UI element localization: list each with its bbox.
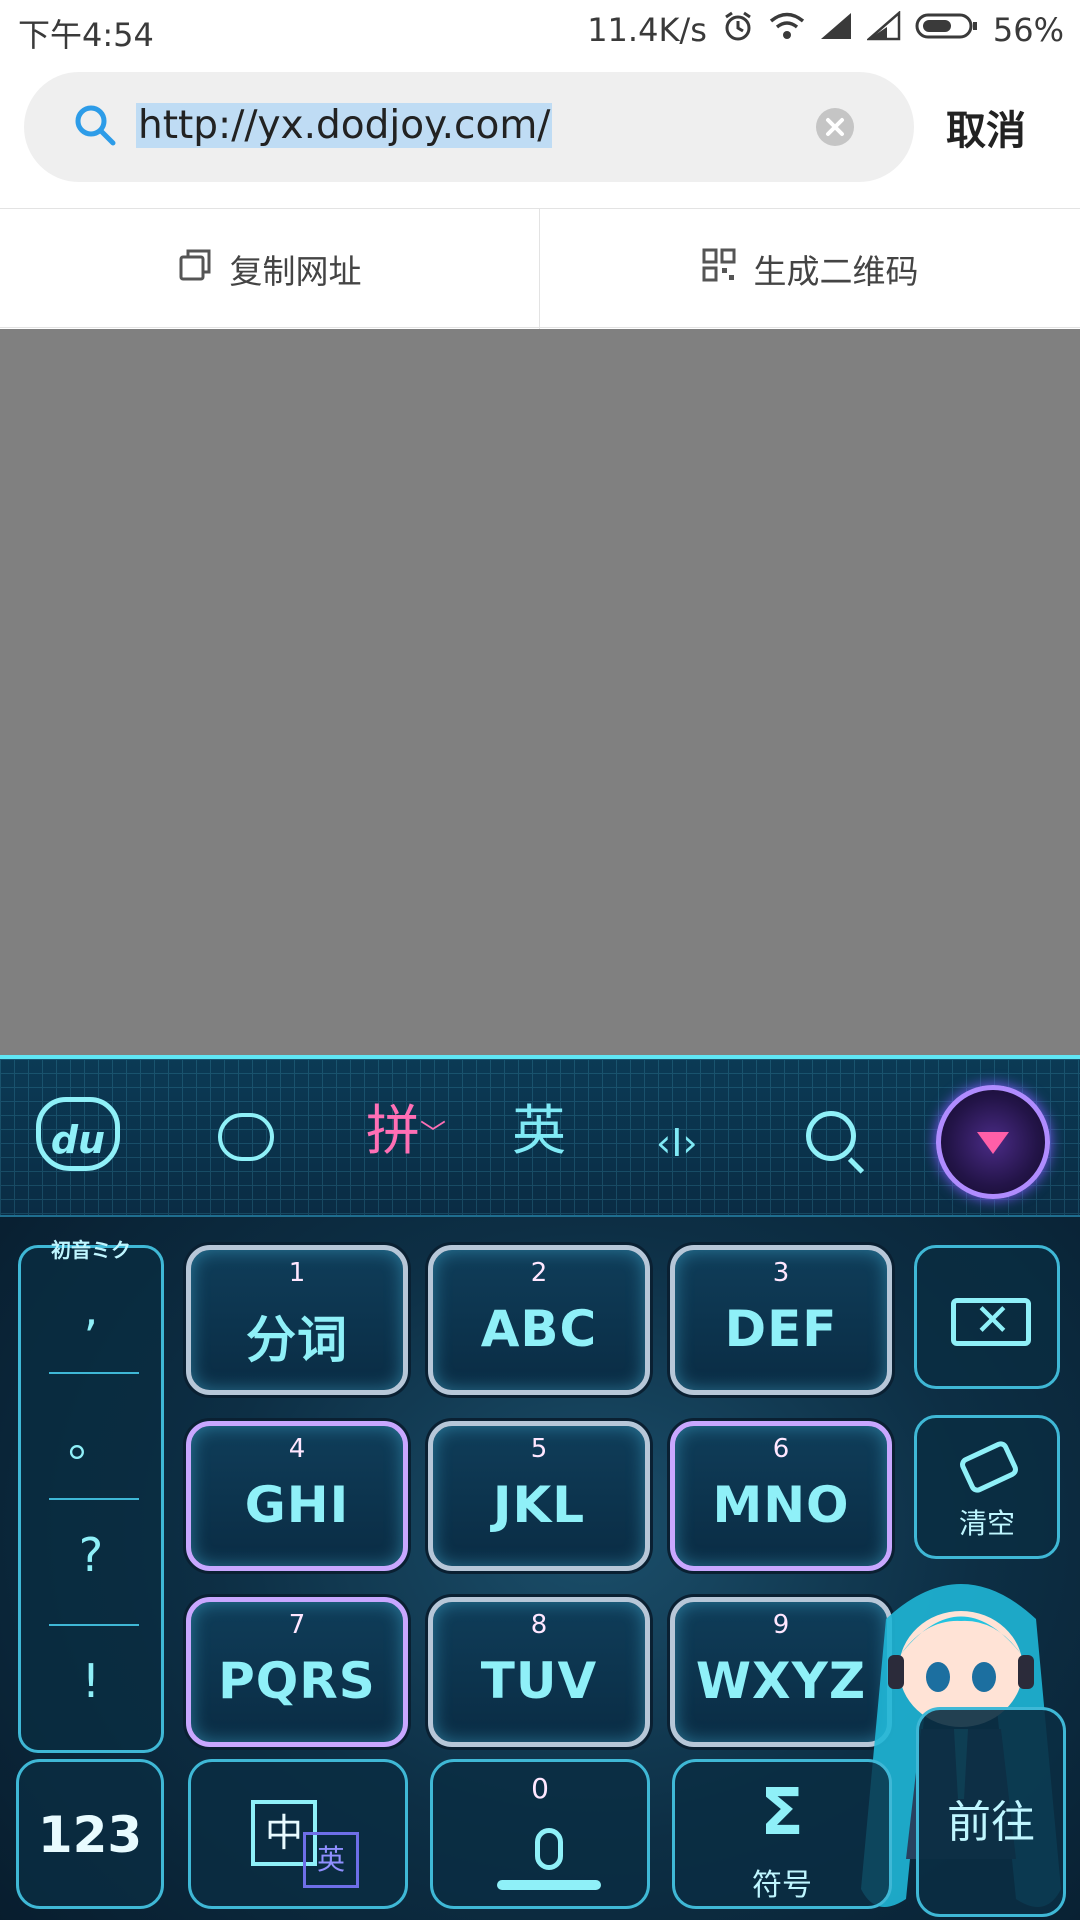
key-number: 7: [288, 1610, 306, 1640]
url-input[interactable]: http://yx.dodjoy.com/: [136, 97, 553, 155]
english-mode-button[interactable]: 英: [512, 1101, 566, 1161]
dimmed-content-area[interactable]: [0, 329, 1080, 1055]
key-label: ABC: [480, 1300, 598, 1358]
key-number: 3: [772, 1258, 790, 1288]
space-voice-button[interactable]: 0: [430, 1759, 650, 1909]
punctuation-column: 初音ミク , 。 ? !: [18, 1238, 164, 1753]
signal-icon-2: [865, 10, 901, 49]
pinyin-mode-label: 拼: [366, 1099, 420, 1162]
clear-input-icon[interactable]: [816, 108, 854, 146]
pinyin-mode-button[interactable]: 拼﹀: [366, 1101, 446, 1164]
key-number: 6: [772, 1434, 790, 1464]
key-1[interactable]: 1 分词: [186, 1245, 408, 1395]
english-mode-label: 英: [512, 1099, 566, 1162]
zero-label: 0: [531, 1772, 549, 1805]
key-number: 4: [288, 1434, 306, 1464]
backspace-icon: [951, 1295, 1031, 1346]
key-3[interactable]: 3 DEF: [670, 1245, 892, 1395]
sigma-icon: Σ: [760, 1776, 804, 1850]
cursor-icon: ‹I›: [656, 1121, 698, 1165]
clear-button[interactable]: 清空: [914, 1415, 1060, 1559]
wifi-icon: [769, 11, 805, 49]
key-label: JKL: [492, 1476, 586, 1534]
baidu-logo-icon[interactable]: du: [36, 1097, 120, 1171]
numeric-keyboard-button[interactable]: 123: [16, 1759, 164, 1909]
status-time: 下午4:54: [18, 16, 154, 54]
microphone-icon: [535, 1828, 563, 1870]
eraser-icon: [957, 1438, 1021, 1496]
status-bar: 下午4:54 11.4K/s 56%: [0, 0, 1080, 62]
key-number: 2: [530, 1258, 548, 1288]
key-5[interactable]: 5 JKL: [428, 1421, 650, 1571]
cursor-move-button[interactable]: ‹I›: [656, 1113, 698, 1173]
emoji-icon[interactable]: [218, 1113, 274, 1161]
divider: [49, 1372, 139, 1374]
copy-url-button[interactable]: 复制网址: [0, 209, 540, 329]
alarm-icon: [721, 9, 755, 51]
key-label: PQRS: [218, 1652, 376, 1710]
divider: [49, 1498, 139, 1500]
punct-question[interactable]: ?: [21, 1528, 161, 1582]
key-number: 8: [530, 1610, 548, 1640]
punct-period[interactable]: 。: [21, 1404, 161, 1470]
key-number: 1: [288, 1258, 306, 1288]
numeric-key-label: 123: [37, 1806, 143, 1864]
cancel-button[interactable]: 取消: [946, 98, 1026, 156]
key-label: DEF: [724, 1300, 838, 1358]
go-label: 前往: [947, 1797, 1035, 1848]
key-2[interactable]: 2 ABC: [428, 1245, 650, 1395]
punct-comma[interactable]: ,: [21, 1282, 161, 1336]
baidu-logo-text: du: [50, 1118, 106, 1162]
key-7[interactable]: 7 PQRS: [186, 1597, 408, 1747]
symbol-label: 符号: [752, 1868, 812, 1903]
network-speed: 11.4K/s: [587, 11, 707, 49]
key-number: 5: [530, 1434, 548, 1464]
key-label: 分词: [246, 1311, 348, 1369]
go-button[interactable]: 前往: [916, 1707, 1066, 1917]
backspace-button[interactable]: [914, 1245, 1060, 1389]
url-search-box[interactable]: http://yx.dodjoy.com/: [24, 72, 914, 182]
space-bar-indicator: [497, 1880, 601, 1890]
qr-code-icon: [702, 248, 736, 290]
copy-url-label: 复制网址: [229, 252, 362, 291]
skin-title: 初音ミク: [51, 1238, 131, 1262]
divider: [49, 1624, 139, 1626]
clear-label: 清空: [958, 1507, 1015, 1540]
generate-qr-label: 生成二维码: [753, 252, 919, 291]
ime-keyboard: du 拼﹀ 英 ‹I› 初音ミク , 。 ? ! 1 分词 2 ABC 3 DEF 4…: [0, 1055, 1080, 1920]
battery-icon: [915, 11, 979, 49]
key-label: GHI: [244, 1476, 350, 1534]
symbol-button[interactable]: Σ 符号: [672, 1759, 892, 1909]
punct-exclaim[interactable]: !: [21, 1654, 161, 1708]
keyboard-search-icon[interactable]: [806, 1111, 856, 1161]
key-label: TUV: [480, 1652, 598, 1710]
copy-icon: [178, 248, 212, 290]
key-8[interactable]: 8 TUV: [428, 1597, 650, 1747]
en-label: 英: [303, 1832, 359, 1888]
language-switch-button[interactable]: 中 英: [188, 1759, 408, 1909]
key-6[interactable]: 6 MNO: [670, 1421, 892, 1571]
search-row: http://yx.dodjoy.com/ 取消: [0, 62, 1080, 208]
search-icon: [72, 102, 118, 148]
battery-percent: 56%: [992, 11, 1064, 49]
url-actions: 复制网址 生成二维码: [0, 208, 1080, 329]
status-icons: 11.4K/s 56%: [587, 10, 1064, 50]
signal-icon: [819, 11, 853, 49]
generate-qr-button[interactable]: 生成二维码: [540, 209, 1080, 329]
hide-keyboard-button[interactable]: [936, 1085, 1050, 1199]
key-4[interactable]: 4 GHI: [186, 1421, 408, 1571]
keyboard-toolbar: du 拼﹀ 英 ‹I›: [0, 1059, 1080, 1217]
url-text-selected: http://yx.dodjoy.com/: [136, 103, 553, 148]
key-label: MNO: [712, 1476, 850, 1534]
chevron-down-icon: ﹀: [420, 1119, 447, 1150]
